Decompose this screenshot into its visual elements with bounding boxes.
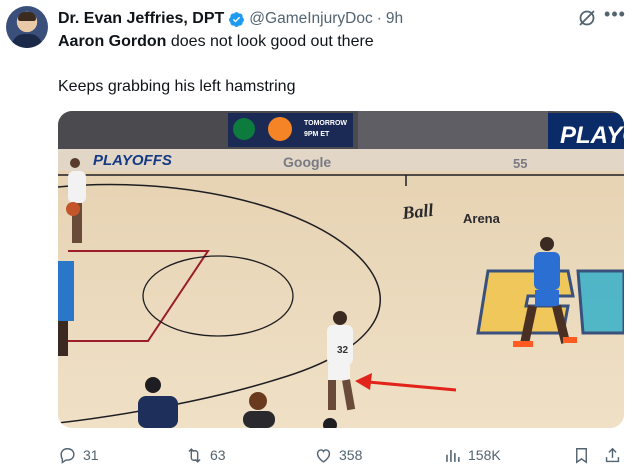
arena-logo-text: Arena	[463, 211, 501, 226]
arena-logo-script: Ball	[400, 200, 434, 223]
bookmark-button[interactable]	[572, 444, 591, 466]
more-icon[interactable]: •••	[603, 5, 627, 28]
action-bar: 31 63 358 158K	[58, 444, 624, 466]
verified-badge-icon	[229, 11, 245, 27]
views-button[interactable]: 158K	[443, 444, 501, 466]
bookmark-icon	[576, 447, 587, 464]
repost-button[interactable]: 63	[185, 444, 226, 466]
tweet-media[interactable]: TOMORROW 9PM ET PLAYO PLAYOFFS Google 55…	[58, 111, 624, 428]
svg-text:9PM ET: 9PM ET	[304, 131, 330, 138]
jersey-number: 32	[337, 345, 349, 356]
tweet-text-line-2: Keeps grabbing his left hamstring	[58, 78, 296, 95]
like-count: 358	[339, 447, 363, 463]
author-handle[interactable]: @GameInjuryDoc	[249, 10, 372, 28]
avatar[interactable]	[6, 6, 48, 48]
views-count: 158K	[468, 447, 501, 463]
playoffs-floor-text: PLAYOFFS	[93, 152, 172, 169]
reply-button[interactable]: 31	[58, 444, 99, 466]
svg-text:TOMORROW: TOMORROW	[304, 120, 347, 127]
avatar-hair	[18, 12, 36, 21]
tweet-time[interactable]: 9h	[386, 10, 403, 28]
views-icon	[446, 449, 460, 462]
reply-icon	[60, 447, 75, 464]
repost-count: 63	[210, 447, 226, 463]
svg-text:55: 55	[513, 156, 527, 171]
tweet-text-line-1: Aaron Gordon does not look good out ther…	[58, 33, 374, 51]
like-icon	[316, 448, 331, 463]
reply-count: 31	[83, 447, 99, 463]
share-button[interactable]	[603, 444, 622, 466]
playoffs-sign-right: PLAYO	[560, 122, 624, 149]
tweet-text-rest: does not look good out there	[166, 33, 374, 50]
grok-icon[interactable]	[577, 8, 597, 28]
mention-link[interactable]: Aaron Gordon	[58, 33, 166, 50]
separator-dot: ·	[376, 10, 382, 27]
repost-icon	[188, 447, 201, 463]
author-name[interactable]: Dr. Evan Jeffries, DPT	[58, 10, 224, 28]
like-button[interactable]: 358	[314, 444, 362, 466]
google-floor-text: Google	[283, 154, 331, 170]
tweet-header: Dr. Evan Jeffries, DPT @GameInjuryDoc · …	[58, 8, 403, 30]
share-icon	[605, 447, 620, 462]
court-scene: TOMORROW 9PM ET PLAYO PLAYOFFS Google 55…	[58, 111, 624, 428]
avatar-shirt	[12, 34, 42, 48]
